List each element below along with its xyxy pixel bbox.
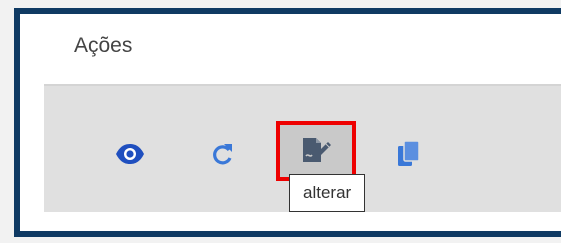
refresh-button[interactable]	[202, 134, 242, 174]
panel-header: Ações	[44, 14, 561, 84]
actions-panel: Ações	[14, 8, 561, 237]
copy-button[interactable]	[389, 134, 429, 174]
view-button[interactable]	[110, 134, 150, 174]
eye-icon	[116, 144, 144, 164]
panel-title: Ações	[74, 34, 133, 57]
copy-icon	[398, 140, 420, 166]
panel-footer	[44, 212, 561, 231]
edit-document-icon	[303, 138, 331, 162]
refresh-icon	[213, 144, 232, 165]
edit-tooltip: alterar	[289, 174, 366, 212]
edit-button[interactable]	[276, 121, 356, 181]
